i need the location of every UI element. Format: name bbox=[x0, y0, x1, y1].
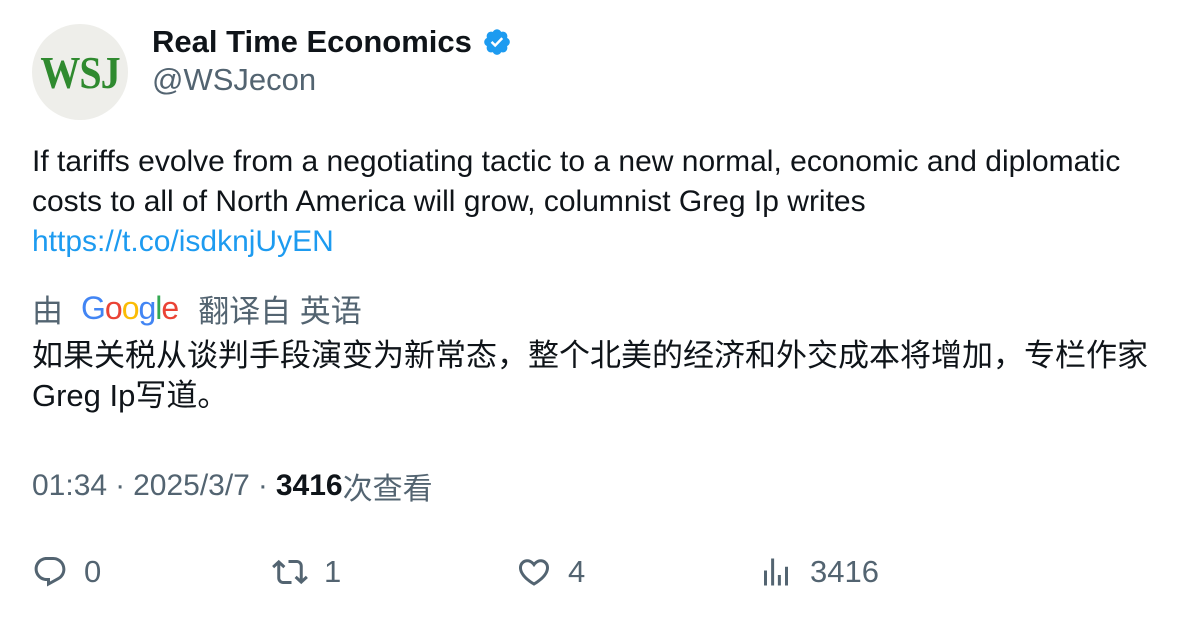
meta-separator: · bbox=[115, 469, 126, 502]
verified-badge-icon bbox=[484, 29, 510, 55]
reply-button[interactable]: 0 bbox=[32, 550, 101, 594]
translation-suffix[interactable]: 翻译自 英语 bbox=[198, 286, 362, 331]
name-row: Real Time Economics bbox=[152, 22, 512, 62]
heart-icon bbox=[518, 559, 550, 586]
translation-attribution: 由 Google 翻译自 英语 bbox=[32, 286, 362, 330]
views-chart-icon bbox=[764, 558, 788, 586]
tweet-time[interactable]: 01:34 bbox=[32, 469, 107, 503]
like-count: 4 bbox=[568, 554, 586, 589]
meta-separator: · bbox=[257, 469, 268, 502]
avatar[interactable]: WSJ bbox=[32, 24, 128, 120]
retweet-icon bbox=[272, 559, 308, 585]
retweet-button[interactable]: 1 bbox=[272, 550, 341, 594]
avatar-logo-text: WSJ bbox=[40, 46, 120, 98]
view-count: 3416 bbox=[275, 469, 343, 502]
display-name[interactable]: Real Time Economics bbox=[152, 24, 472, 60]
views-button[interactable]: 3416 bbox=[758, 550, 879, 594]
retweet-count: 1 bbox=[324, 554, 342, 589]
reply-icon bbox=[34, 557, 66, 587]
translation-prefix: 由 bbox=[32, 293, 63, 329]
tweet-link[interactable]: https://t.co/isdknjUyEN bbox=[32, 222, 1162, 262]
tweet-body: If tariffs evolve from a negotiating tac… bbox=[32, 142, 1162, 262]
view-label: 次查看 bbox=[342, 473, 433, 506]
like-button[interactable]: 4 bbox=[516, 550, 585, 594]
tweet-date[interactable]: 2025/3/7 bbox=[133, 469, 250, 503]
account-handle[interactable]: @WSJecon bbox=[152, 62, 316, 98]
views-count: 3416 bbox=[810, 554, 879, 589]
google-logo: Google bbox=[81, 289, 179, 326]
reply-count: 0 bbox=[84, 554, 102, 589]
tweet-text: If tariffs evolve from a negotiating tac… bbox=[32, 145, 1121, 218]
action-bar: 0 1 4 3416 bbox=[32, 550, 1162, 594]
translated-text: 如果关税从谈判手段演变为新常态，整个北美的经济和外交成本将增加，专栏作家Greg… bbox=[32, 338, 1148, 413]
tweet-meta: 01:34 · 2025/3/7 · 3416 次查看 bbox=[32, 464, 433, 508]
